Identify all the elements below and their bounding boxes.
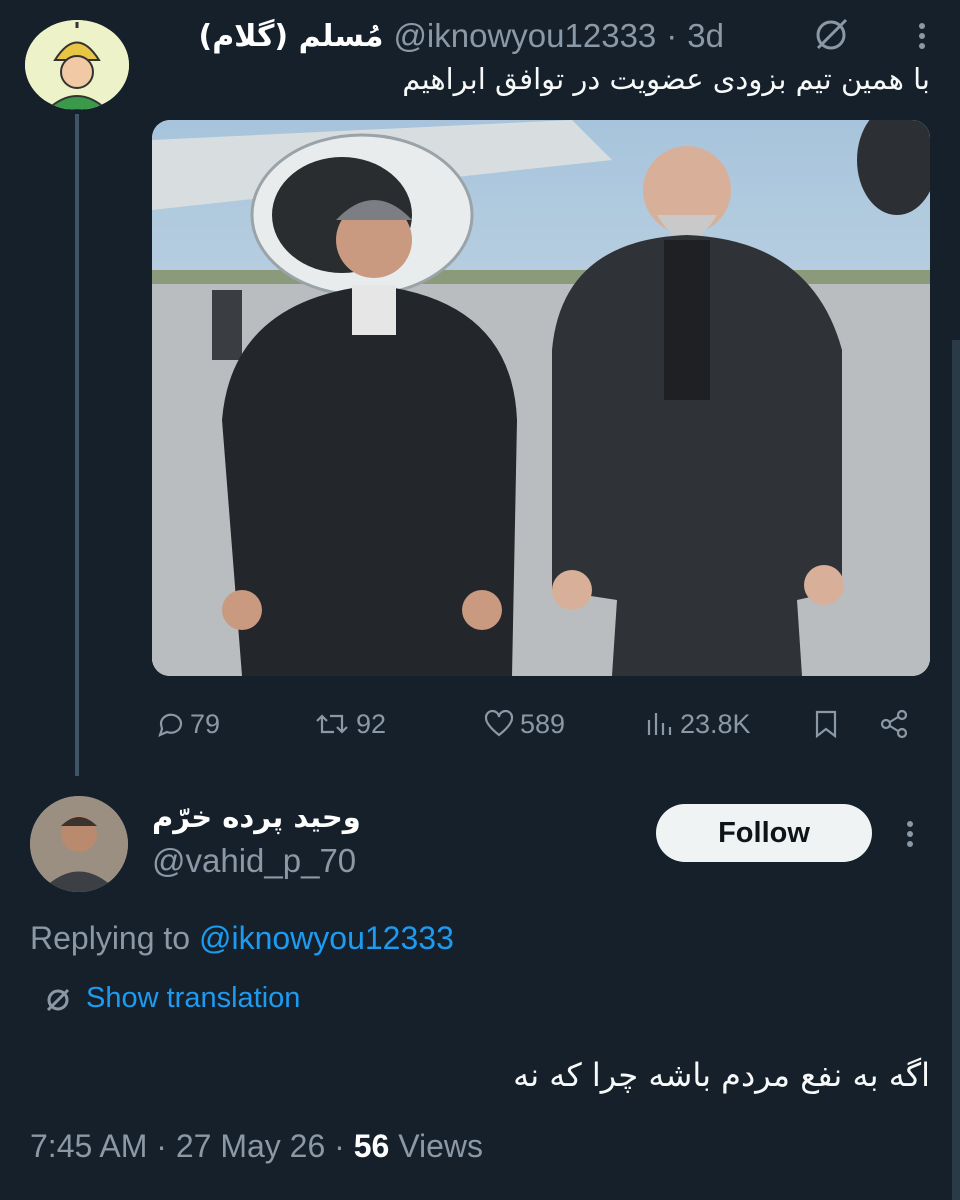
thread-line <box>75 114 79 776</box>
grok-icon[interactable] <box>812 14 852 54</box>
author-avatar[interactable] <box>25 20 129 110</box>
retweet-icon <box>316 714 348 734</box>
translate-icon <box>46 988 70 1011</box>
author-handle[interactable]: @iknowyou12333 <box>393 17 656 55</box>
like-count: 589 <box>520 708 566 739</box>
view-count: 23.8K <box>680 708 751 739</box>
more-vertical-icon[interactable] <box>898 814 922 854</box>
separator-dot: · <box>666 17 678 54</box>
bookmark-button[interactable] <box>812 696 840 752</box>
reply-time[interactable]: 7:45 AM <box>30 1128 147 1164</box>
reply-author-avatar[interactable] <box>30 796 128 892</box>
separator-dot: · <box>334 1128 345 1164</box>
like-button[interactable]: 589 <box>484 696 565 752</box>
bookmark-icon <box>815 710 837 739</box>
share-button[interactable] <box>878 696 910 752</box>
reply-author-handle[interactable]: @vahid_p_70 <box>152 842 356 880</box>
reply-date[interactable]: 27 May 26 <box>176 1128 325 1164</box>
share-icon <box>880 709 908 739</box>
reply-icon <box>158 713 183 737</box>
more-vertical-icon[interactable] <box>910 16 934 56</box>
tweet-actions: 79 92 589 23.8K <box>152 696 932 752</box>
follow-button[interactable]: Follow <box>656 804 872 862</box>
show-translation-button[interactable]: Show translation <box>44 982 300 1015</box>
tweet-media-image[interactable] <box>152 120 930 676</box>
tweet-text: با همین تیم بزودی عضویت در توافق ابراهیم <box>402 62 930 96</box>
replying-to: Replying to @iknowyou12333 <box>30 920 454 957</box>
show-translation-label: Show translation <box>86 982 301 1014</box>
views-button[interactable]: 23.8K <box>644 696 751 752</box>
retweet-button[interactable]: 92 <box>314 696 386 752</box>
tweet-time[interactable]: 3d <box>687 17 724 55</box>
reply-author-name[interactable]: وحید پرده خرّم <box>152 800 361 834</box>
author-name[interactable]: مُسلم (گلام) <box>198 19 383 54</box>
tweet-header: مُسلم (گلام) @iknowyou12333 · 3d <box>198 12 724 60</box>
separator-dot: · <box>156 1128 167 1164</box>
replying-prefix: Replying to <box>30 920 191 956</box>
reply-meta: 7:45 AM · 27 May 26 · 56 Views <box>30 1128 483 1165</box>
reply-views-count: 56 <box>353 1128 390 1164</box>
views-icon <box>647 713 672 735</box>
reply-views-label: Views <box>398 1128 483 1164</box>
reply-count: 79 <box>190 708 221 739</box>
heart-icon <box>484 710 514 737</box>
reply-button[interactable]: 79 <box>156 696 220 752</box>
reply-text: اگه به نفع مردم باشه چرا که نه <box>513 1056 930 1094</box>
scrollbar[interactable] <box>952 340 960 1200</box>
replying-mention-link[interactable]: @iknowyou12333 <box>199 920 454 956</box>
retweet-count: 92 <box>356 708 387 739</box>
